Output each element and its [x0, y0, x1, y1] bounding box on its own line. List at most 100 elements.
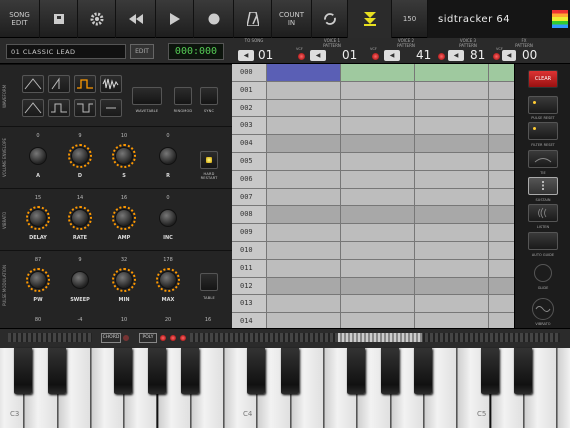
count-in-button[interactable]: COUNT IN: [272, 0, 312, 38]
sweep-knob[interactable]: [71, 271, 89, 289]
instrument-edit-button[interactable]: EDIT: [130, 44, 154, 59]
poly-button[interactable]: POLY: [139, 333, 157, 343]
vcf-led[interactable]: [372, 53, 379, 60]
black-key[interactable]: [147, 348, 166, 394]
attack-knob[interactable]: [29, 147, 47, 165]
min-knob[interactable]: [115, 271, 133, 289]
triangle-wave-button[interactable]: [22, 75, 44, 93]
sustain-knob[interactable]: [115, 147, 133, 165]
tempo-display[interactable]: 150: [392, 0, 428, 38]
black-key[interactable]: [480, 348, 499, 394]
vcf-led[interactable]: [298, 53, 305, 60]
cursor-cell[interactable]: [266, 64, 340, 81]
pattern-row[interactable]: 004: [232, 135, 514, 153]
instrument-name-field[interactable]: 01 CLASSIC LEAD: [6, 44, 126, 59]
black-key[interactable]: [513, 348, 532, 394]
noise-wave-button[interactable]: [100, 75, 122, 93]
pattern-row[interactable]: 002: [232, 99, 514, 118]
black-key[interactable]: [380, 348, 399, 394]
black-key[interactable]: [114, 348, 133, 394]
record-button[interactable]: [194, 0, 234, 38]
sustain-button[interactable]: [528, 177, 558, 195]
prev-arrow-button[interactable]: ◀: [448, 50, 464, 61]
amp-knob[interactable]: [115, 209, 133, 227]
pattern-row[interactable]: 011: [232, 259, 514, 278]
keyboard-scroll-left[interactable]: [8, 333, 92, 342]
release-knob[interactable]: [159, 147, 177, 165]
pattern-row[interactable]: 000: [232, 64, 514, 82]
black-key[interactable]: [413, 348, 432, 394]
black-key[interactable]: [14, 348, 33, 394]
play-button[interactable]: [156, 0, 194, 38]
hard-restart-button[interactable]: [200, 151, 218, 169]
saw-wave-button[interactable]: [48, 75, 70, 93]
vibrato-button[interactable]: [532, 298, 554, 320]
off-wave-button[interactable]: [100, 99, 122, 117]
pattern-row[interactable]: 003: [232, 117, 514, 136]
track-value[interactable]: 01: [258, 48, 273, 62]
chord-button[interactable]: CHORD: [101, 333, 121, 343]
follow-button[interactable]: [348, 0, 392, 38]
rewind-button[interactable]: [116, 0, 156, 38]
prev-arrow-button[interactable]: ◀: [502, 50, 516, 61]
pulse-wave-button[interactable]: [74, 99, 96, 117]
save-button[interactable]: [40, 0, 78, 38]
ringmod-button[interactable]: [174, 87, 192, 105]
triangle-wave-button[interactable]: [22, 99, 44, 117]
black-key[interactable]: [247, 348, 266, 394]
row-number: 005: [232, 153, 266, 170]
pulse-reset-button[interactable]: [528, 96, 558, 114]
pattern-row[interactable]: 005: [232, 153, 514, 171]
fx-led[interactable]: [493, 53, 500, 60]
pulse-wave-icon: [77, 79, 93, 89]
track-value[interactable]: 01: [342, 48, 357, 62]
pattern-row[interactable]: 009: [232, 224, 514, 242]
pattern-row[interactable]: 014: [232, 313, 514, 328]
delay-knob[interactable]: [29, 209, 47, 227]
decay-knob[interactable]: [71, 147, 89, 165]
black-key[interactable]: [280, 348, 299, 394]
listen-button[interactable]: [528, 204, 558, 222]
glide-knob[interactable]: [534, 264, 552, 282]
table-button[interactable]: [200, 273, 218, 291]
pattern-row[interactable]: 006: [232, 170, 514, 189]
keyboard-scroll-strip[interactable]: [190, 333, 560, 342]
pw-knob[interactable]: [29, 271, 47, 289]
tie-button[interactable]: [528, 150, 558, 168]
white-key[interactable]: [557, 348, 570, 428]
pattern-row[interactable]: 013: [232, 295, 514, 314]
pattern-row[interactable]: 008: [232, 206, 514, 225]
track-header: VOICE 1 PATTERN: [323, 38, 341, 48]
pattern-row[interactable]: 001: [232, 81, 514, 100]
black-key[interactable]: [47, 348, 66, 394]
auto-guide-button[interactable]: [528, 232, 558, 250]
rate-knob[interactable]: [71, 209, 89, 227]
inc-knob[interactable]: [159, 209, 177, 227]
pulse-wave-button[interactable]: [48, 99, 70, 117]
keyboard-scroll-thumb[interactable]: [338, 333, 422, 342]
metronome-button[interactable]: [234, 0, 272, 38]
wavetable-button[interactable]: [132, 87, 162, 105]
pattern-row[interactable]: 007: [232, 188, 514, 207]
settings-button[interactable]: [78, 0, 116, 38]
prev-arrow-button[interactable]: ◀: [310, 50, 326, 61]
prev-arrow-button[interactable]: ◀: [384, 50, 400, 61]
pattern-row[interactable]: 012: [232, 277, 514, 296]
clear-button[interactable]: CLEAR: [528, 70, 558, 88]
prev-arrow-button[interactable]: ◀: [238, 50, 254, 61]
black-key[interactable]: [347, 348, 366, 394]
filter-reset-button[interactable]: [528, 122, 558, 140]
loop-button[interactable]: [312, 0, 348, 38]
black-key[interactable]: [180, 348, 199, 394]
track-value[interactable]: 00: [522, 48, 537, 62]
max-knob[interactable]: [159, 271, 177, 289]
song-edit-button[interactable]: SONG EDIT: [0, 0, 40, 38]
track-value[interactable]: 41: [416, 48, 431, 62]
pattern-grid[interactable]: 000 001 002 003 004 005 006 007 008 009 …: [232, 64, 514, 328]
pattern-row[interactable]: 010: [232, 242, 514, 260]
track-value[interactable]: 81: [470, 48, 485, 62]
vcf-led[interactable]: [438, 53, 445, 60]
sync-button[interactable]: [200, 87, 218, 105]
rewind-icon: [128, 14, 143, 24]
pulse-wave-button[interactable]: [74, 75, 96, 93]
